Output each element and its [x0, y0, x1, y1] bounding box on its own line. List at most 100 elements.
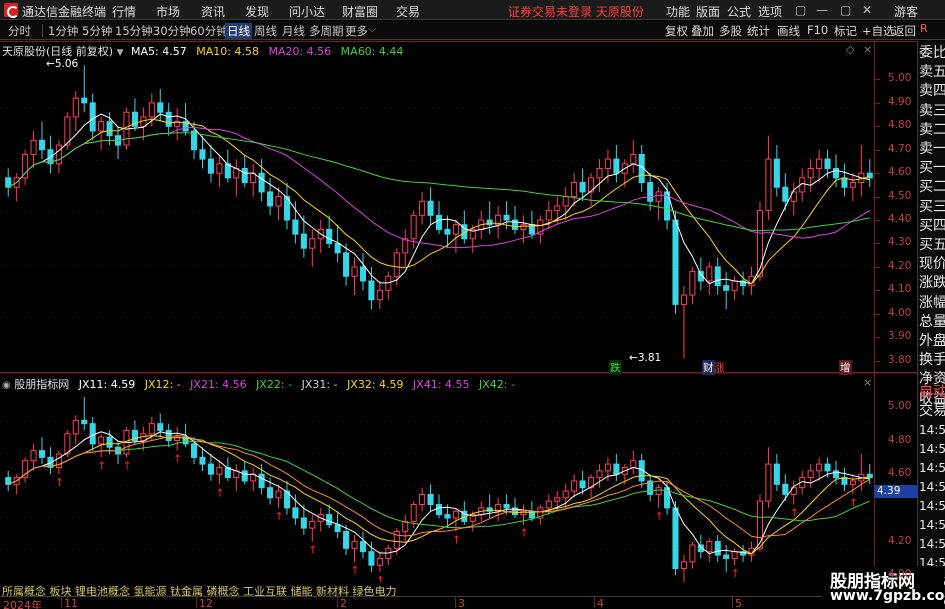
auto-trade-label[interactable]: 交易 — [919, 404, 945, 418]
candle-body[interactable] — [731, 551, 738, 559]
candle-body[interactable] — [359, 541, 367, 553]
candle-body[interactable] — [326, 514, 333, 526]
candle-body[interactable] — [275, 196, 282, 207]
candle-body[interactable] — [444, 514, 451, 519]
candle-body[interactable] — [706, 266, 713, 282]
menu-formula[interactable]: 公式 — [727, 3, 751, 20]
login-status[interactable]: 证券交易未登录 天原股份 — [508, 3, 644, 20]
candle-body[interactable] — [773, 158, 780, 188]
candle-body[interactable] — [545, 210, 552, 221]
candle-body[interactable] — [545, 500, 552, 509]
candle-body[interactable] — [765, 463, 772, 502]
candle-body[interactable] — [326, 228, 333, 244]
candle-body[interactable] — [241, 167, 248, 184]
candle-body[interactable] — [410, 504, 417, 522]
period-30min[interactable]: 30分钟 — [151, 23, 193, 39]
candle-body[interactable] — [604, 463, 611, 472]
candle-body[interactable] — [89, 423, 96, 445]
candle-body[interactable] — [300, 517, 307, 529]
candle-body[interactable] — [579, 182, 586, 193]
candle-body[interactable] — [22, 153, 29, 179]
candle-body[interactable] — [368, 280, 375, 301]
candle-body[interactable] — [216, 163, 223, 174]
candle-body[interactable] — [343, 252, 350, 277]
candle-body[interactable] — [816, 463, 823, 472]
candle-body[interactable] — [520, 510, 527, 516]
period-multi[interactable]: 多周期 — [307, 23, 346, 39]
candle-body[interactable] — [216, 466, 223, 475]
candle-body[interactable] — [267, 191, 274, 207]
candle-body[interactable] — [444, 228, 451, 235]
candlestick-chart[interactable] — [0, 56, 874, 370]
candle-body[interactable] — [723, 285, 730, 291]
multi-stock-button[interactable]: 多股 — [719, 23, 742, 39]
candle-body[interactable] — [714, 541, 721, 556]
candle-body[interactable] — [520, 224, 527, 230]
period-15min[interactable]: 15分钟 — [113, 23, 155, 39]
candle-body[interactable] — [38, 450, 46, 458]
candle-body[interactable] — [824, 158, 831, 169]
candle-body[interactable] — [680, 561, 687, 570]
period-1min[interactable]: 1分钟 — [46, 23, 80, 39]
minimize-icon[interactable]: — — [816, 3, 828, 17]
period-timeshare[interactable]: 分时 — [6, 23, 33, 39]
candle-body[interactable] — [267, 487, 274, 499]
menu-function[interactable]: 功能 — [666, 3, 690, 20]
candle-body[interactable] — [30, 450, 37, 462]
candle-body[interactable] — [655, 487, 662, 495]
candle-body[interactable] — [334, 524, 341, 532]
candle-body[interactable] — [292, 507, 299, 519]
candle-body[interactable] — [207, 463, 214, 475]
candle-body[interactable] — [655, 191, 662, 202]
candle-body[interactable] — [849, 480, 856, 485]
candle-body[interactable] — [309, 238, 316, 249]
candle-body[interactable] — [841, 177, 848, 188]
candle-body[interactable] — [81, 97, 88, 104]
candle-body[interactable] — [351, 541, 358, 549]
guest-label[interactable]: 游客 — [894, 3, 918, 20]
candle-body[interactable] — [782, 483, 789, 495]
candle-body[interactable] — [55, 144, 62, 165]
menu-trade[interactable]: 交易 — [396, 3, 420, 20]
finance-event-marker[interactable]: 财 — [702, 360, 715, 375]
candle-body[interactable] — [596, 470, 603, 479]
candle-body[interactable] — [689, 544, 696, 563]
candle-body[interactable] — [38, 139, 46, 151]
candle-body[interactable] — [199, 149, 206, 160]
candle-body[interactable] — [731, 280, 738, 291]
candle-body[interactable] — [613, 158, 620, 174]
candle-body[interactable] — [402, 238, 409, 254]
statistics-button[interactable]: 统计 — [747, 23, 770, 39]
add-watchlist-button[interactable]: +自选 — [862, 23, 895, 39]
mark-button[interactable]: 标记 — [834, 23, 857, 39]
candle-body[interactable] — [148, 423, 155, 435]
period-monthly[interactable]: 月线 — [280, 23, 307, 39]
candle-body[interactable] — [571, 480, 578, 492]
candle-body[interactable] — [807, 167, 814, 179]
candle-body[interactable] — [275, 490, 282, 499]
candle-body[interactable] — [672, 219, 679, 305]
increase-event-marker[interactable]: 增 — [839, 360, 852, 375]
candle-body[interactable] — [765, 158, 772, 212]
candle-body[interactable] — [165, 111, 172, 127]
candle-body[interactable] — [300, 233, 307, 249]
candle-body[interactable] — [72, 419, 79, 435]
candle-body[interactable] — [165, 429, 172, 442]
period-more[interactable]: 更多 — [343, 23, 370, 39]
candle-body[interactable] — [98, 436, 105, 445]
candle-body[interactable] — [706, 541, 713, 553]
candle-body[interactable] — [689, 271, 696, 296]
restore-window-icon[interactable]: ▢ — [795, 3, 806, 17]
candle-body[interactable] — [756, 210, 764, 277]
candle-body[interactable] — [376, 557, 383, 566]
candle-body[interactable] — [98, 121, 105, 132]
candle-body[interactable] — [554, 497, 561, 502]
candle-body[interactable] — [368, 551, 375, 566]
chart-close-icon[interactable]: × — [863, 43, 872, 56]
candle-body[interactable] — [376, 289, 383, 301]
candle-body[interactable] — [816, 158, 823, 169]
overlay-button[interactable]: 叠加 — [691, 23, 714, 39]
candle-body[interactable] — [157, 423, 164, 431]
f10-button[interactable]: F10 — [807, 23, 828, 37]
draw-line-button[interactable]: 画线 — [777, 23, 800, 39]
